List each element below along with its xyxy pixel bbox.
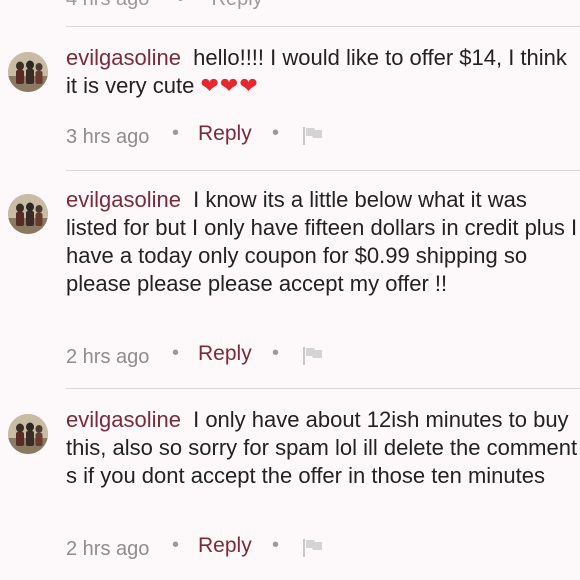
comment-time: 3 hrs ago <box>66 126 150 148</box>
previous-comment-meta: 4 hrs ago • Reply <box>66 0 263 11</box>
avatar-image-icon <box>8 194 48 234</box>
heart-emoji-icon: ❤❤❤ <box>200 73 259 98</box>
comment-body: evilgasoline I know its a little below w… <box>66 186 578 298</box>
comment-body: evilgasoline I only have about 12ish min… <box>66 406 578 490</box>
separator-dot: • <box>177 0 184 10</box>
comment-username[interactable]: evilgasoline <box>66 407 181 432</box>
reply-button[interactable]: Reply <box>198 342 252 366</box>
comment-username[interactable]: evilgasoline <box>66 45 181 70</box>
avatar-image-icon <box>8 414 48 454</box>
reply-button[interactable]: Reply <box>198 122 252 146</box>
separator-dot: • <box>172 534 180 556</box>
flag-icon[interactable] <box>302 126 324 152</box>
separator-dot: • <box>172 122 180 144</box>
avatar[interactable] <box>8 414 48 454</box>
comment-divider <box>66 170 580 171</box>
avatar-image-icon <box>8 52 48 92</box>
comment-username[interactable]: evilgasoline <box>66 187 181 212</box>
flag-icon[interactable] <box>302 346 324 372</box>
previous-reply-link[interactable]: Reply <box>212 0 263 10</box>
flag-icon[interactable] <box>302 538 324 564</box>
comment-divider <box>66 388 580 389</box>
avatar[interactable] <box>8 194 48 234</box>
separator-dot: • <box>272 122 280 144</box>
comment-body: evilgasoline hello!!!! I would like to o… <box>66 44 578 100</box>
comment-divider <box>66 26 580 27</box>
comment-time: 2 hrs ago <box>66 346 150 368</box>
separator-dot: • <box>172 342 180 364</box>
separator-dot: • <box>272 342 280 364</box>
reply-button[interactable]: Reply <box>198 534 252 558</box>
previous-comment-time: 4 hrs ago <box>66 0 149 10</box>
comment-time: 2 hrs ago <box>66 538 150 560</box>
separator-dot: • <box>272 534 280 556</box>
avatar[interactable] <box>8 52 48 92</box>
